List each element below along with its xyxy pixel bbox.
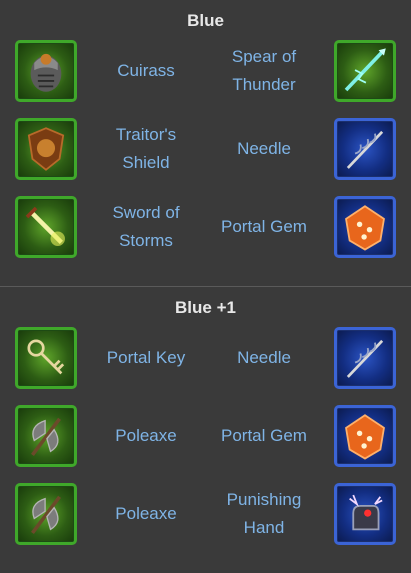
recipe-row: Sword of Storms Portal Gem [0, 196, 411, 274]
section-title: Blue [187, 11, 224, 30]
recipe-row: Poleaxe Portal Gem [0, 405, 411, 483]
recipe-row: Portal Key Needle [0, 327, 411, 405]
portal-key-icon[interactable] [15, 327, 77, 389]
section-blue: Blue Cuirass Spear of Thunder Traitor's … [0, 0, 411, 274]
item-label: Portal Gem [221, 217, 307, 236]
item-label: Needle [237, 348, 291, 367]
cuirass-icon[interactable] [15, 40, 77, 102]
item-label: Spear of Thunder [231, 47, 297, 94]
poleaxe-icon[interactable] [15, 405, 77, 467]
recipe-row: Poleaxe Punishing Hand [0, 483, 411, 561]
portal-gem-icon[interactable] [334, 405, 396, 467]
item-label: Portal Gem [221, 426, 307, 445]
item-label: Needle [237, 139, 291, 158]
spear-of-thunder-icon[interactable] [334, 40, 396, 102]
poleaxe-icon[interactable] [15, 483, 77, 545]
item-label: Cuirass [117, 61, 175, 80]
punishing-hand-icon[interactable] [334, 483, 396, 545]
item-label: Punishing Hand [226, 490, 302, 537]
needle-icon[interactable] [334, 327, 396, 389]
sword-of-storms-icon[interactable] [15, 196, 77, 258]
item-label: Poleaxe [115, 504, 177, 523]
recipe-row: Cuirass Spear of Thunder [0, 40, 411, 118]
item-label: Portal Key [106, 348, 186, 367]
portal-gem-icon[interactable] [334, 196, 396, 258]
item-label: Sword of Storms [112, 203, 180, 250]
item-label: Traitor's Shield [115, 125, 177, 172]
recipe-row: Traitor's Shield Needle [0, 118, 411, 196]
traitors-shield-icon[interactable] [15, 118, 77, 180]
item-label: Poleaxe [115, 426, 177, 445]
section-blue-plus-1: Blue +1 Portal Key Needle Poleaxe Portal… [0, 287, 411, 561]
needle-icon[interactable] [334, 118, 396, 180]
recipe-list: Blue Cuirass Spear of Thunder Traitor's … [0, 0, 411, 561]
section-title: Blue +1 [175, 298, 236, 317]
